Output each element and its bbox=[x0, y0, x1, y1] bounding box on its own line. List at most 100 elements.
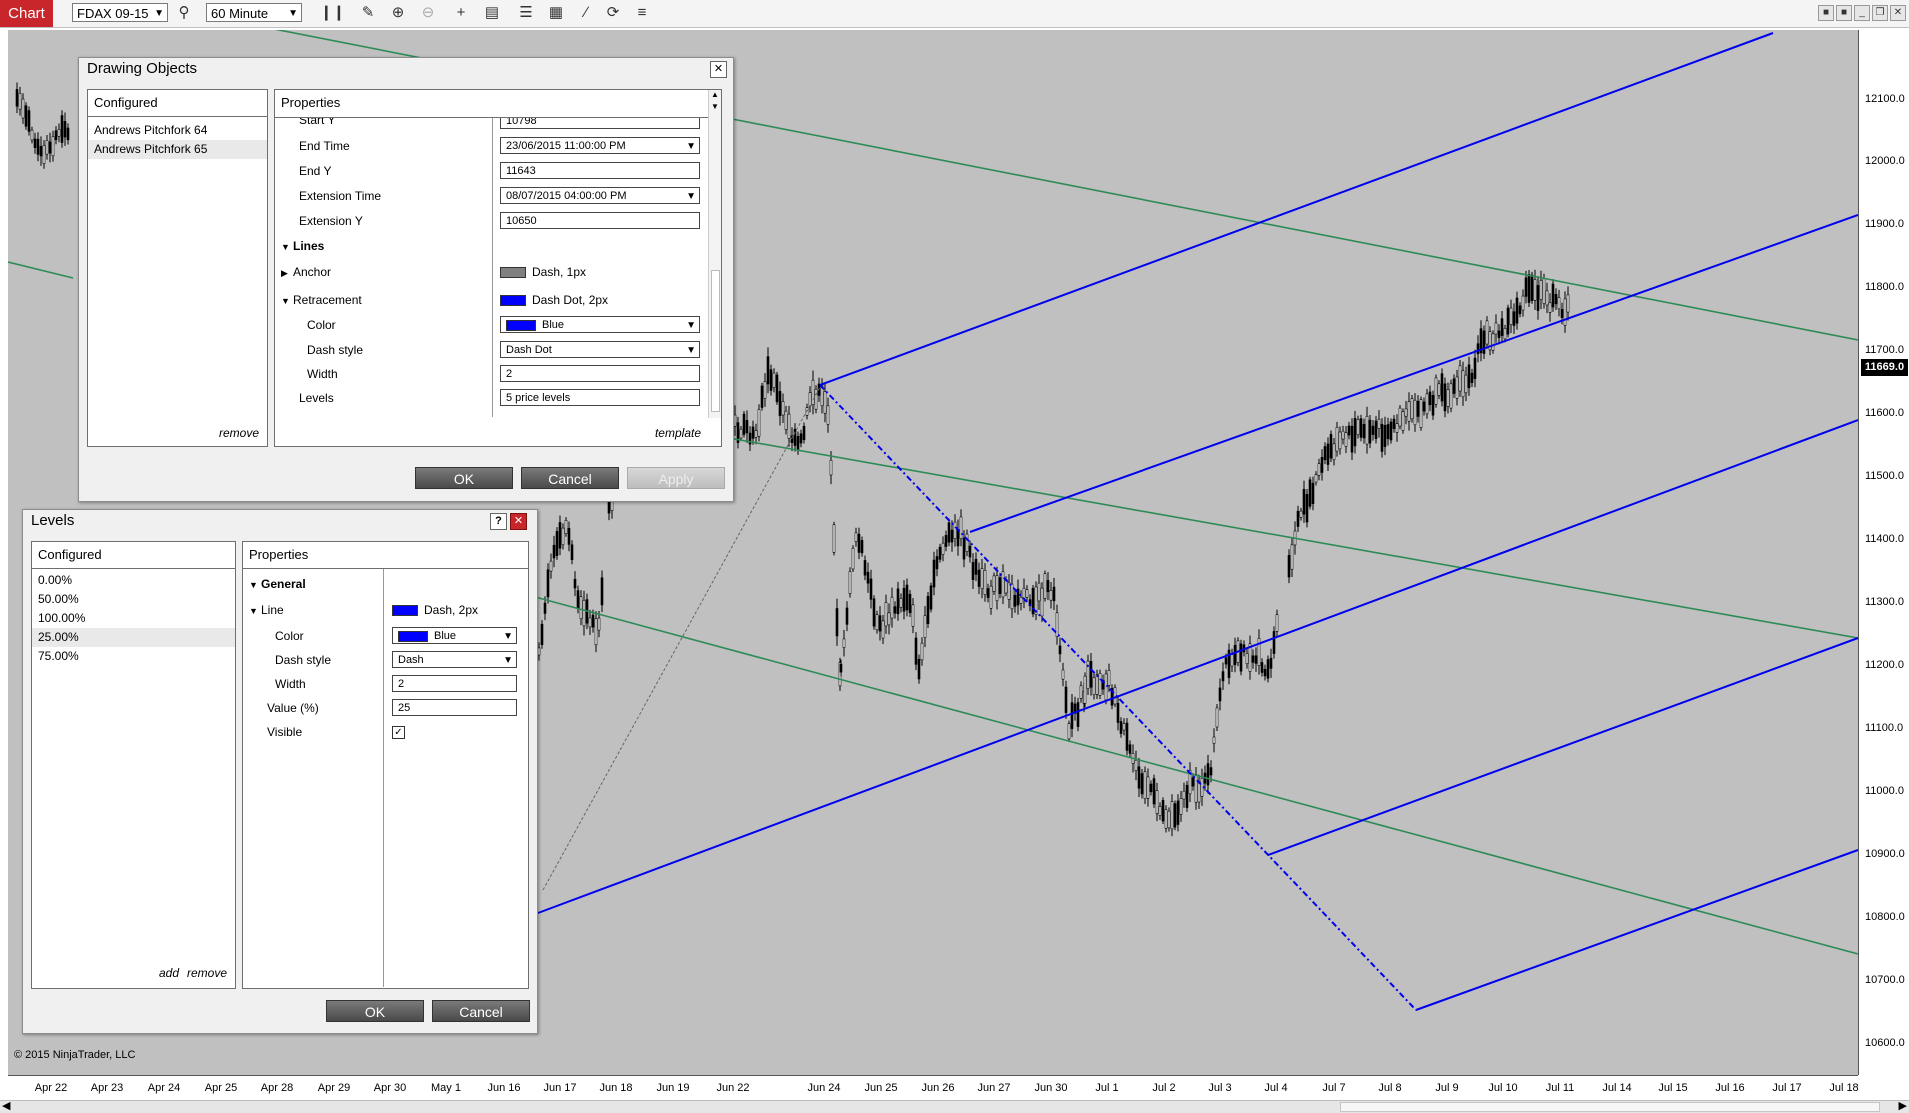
list-item[interactable]: 25.00% bbox=[32, 628, 235, 647]
time-axis[interactable]: Apr 22 Apr 23 Apr 24 Apr 25 Apr 28 Apr 2… bbox=[8, 1075, 1859, 1101]
list-item[interactable]: 50.00% bbox=[32, 590, 235, 609]
end-time-select[interactable]: 23/06/2015 11:00:00 PM ▼ bbox=[500, 137, 700, 154]
help-icon[interactable]: ? bbox=[490, 513, 507, 530]
cancel-button[interactable]: Cancel bbox=[432, 1000, 530, 1022]
candle-body bbox=[917, 658, 921, 680]
list-item[interactable]: 0.00% bbox=[32, 571, 235, 590]
remove-link[interactable]: remove bbox=[187, 966, 227, 980]
scroll-down-icon[interactable]: ▼ bbox=[709, 102, 721, 111]
scroll-thumb[interactable] bbox=[711, 270, 720, 412]
width-field[interactable]: 2 bbox=[500, 365, 700, 382]
price-axis[interactable]: 12100.0 12000.0 11900.0 11800.0 11700.0 … bbox=[1858, 30, 1909, 1075]
value-percent-field[interactable]: 25 bbox=[392, 699, 517, 716]
candle-body bbox=[926, 595, 930, 625]
chevron-down-icon: ▼ bbox=[686, 345, 696, 356]
zoom-out-icon[interactable]: ⊖ bbox=[418, 3, 438, 23]
candle-body bbox=[793, 428, 797, 446]
ok-button[interactable]: OK bbox=[326, 1000, 424, 1022]
list-item[interactable]: Andrews Pitchfork 64 bbox=[88, 121, 267, 140]
strategy-icon[interactable]: ☰ bbox=[516, 3, 536, 23]
candle-body bbox=[890, 596, 894, 619]
bar-type-icon[interactable]: ❙❙ bbox=[320, 3, 345, 23]
prop-label-text: Line bbox=[261, 603, 284, 617]
indicator-icon[interactable]: ▦ bbox=[546, 3, 566, 23]
apply-button[interactable]: Apply bbox=[627, 467, 725, 489]
candle-body bbox=[1215, 707, 1219, 728]
chart-scrollbar[interactable]: ◀ ▶ bbox=[0, 1100, 1909, 1113]
properties-header-text: Properties bbox=[281, 95, 341, 110]
minimize-icon[interactable]: _ bbox=[1854, 5, 1870, 21]
chart-tab[interactable]: Chart bbox=[0, 0, 53, 27]
interval-select[interactable]: 60 Minute ▼ bbox=[206, 3, 302, 22]
scroll-thumb[interactable] bbox=[1340, 1102, 1880, 1112]
price-label: 10600.0 bbox=[1865, 1037, 1905, 1049]
cancel-button[interactable]: Cancel bbox=[521, 467, 619, 489]
candle-body bbox=[1377, 418, 1381, 429]
close-icon[interactable]: ✕ bbox=[1890, 5, 1906, 21]
restore-icon[interactable]: ❐ bbox=[1872, 5, 1888, 21]
price-label: 10800.0 bbox=[1865, 911, 1905, 923]
candle-body bbox=[1287, 555, 1291, 578]
prop-line[interactable]: ▼ Line Dash, 2px bbox=[243, 599, 528, 621]
candle-body bbox=[1566, 294, 1570, 313]
add-link[interactable]: add bbox=[159, 966, 179, 980]
prop-retracement[interactable]: ▼ Retracement Dash Dot, 2px bbox=[275, 289, 721, 311]
dash-style-select[interactable]: Dash ▼ bbox=[392, 651, 517, 668]
time-label: Jul 7 bbox=[1322, 1082, 1346, 1094]
magnifier-icon[interactable]: ⚲ bbox=[174, 3, 194, 23]
prop-general-group[interactable]: ▼ General bbox=[243, 573, 528, 595]
candle-body bbox=[1350, 425, 1354, 453]
time-label: Jul 18 bbox=[1829, 1082, 1859, 1094]
drawing-tools-icon[interactable]: ∕ bbox=[576, 3, 596, 23]
cascade-icon[interactable]: ■ bbox=[1836, 5, 1852, 21]
scroll-left-icon[interactable]: ◀ bbox=[2, 1099, 10, 1112]
levels-field[interactable]: 5 price levels bbox=[500, 389, 700, 406]
prop-value: Value (%) 25 bbox=[243, 697, 528, 719]
color-select[interactable]: Blue ▼ bbox=[392, 627, 517, 644]
remove-link[interactable]: remove bbox=[219, 426, 259, 440]
candle-body bbox=[851, 547, 855, 570]
pencil-icon[interactable]: ✎ bbox=[358, 3, 378, 23]
candle-body bbox=[938, 546, 942, 560]
tile-icon[interactable]: ■ bbox=[1818, 5, 1834, 21]
candle-body bbox=[968, 545, 972, 558]
refresh-icon[interactable]: ⟳ bbox=[603, 3, 623, 23]
template-link[interactable]: template bbox=[655, 426, 701, 440]
list-item[interactable]: Andrews Pitchfork 65 bbox=[88, 140, 267, 159]
candle-body bbox=[543, 602, 547, 614]
candle-body bbox=[941, 542, 945, 555]
scroll-up-icon[interactable]: ▲ bbox=[709, 90, 721, 99]
candle-body bbox=[1392, 418, 1396, 429]
list-item[interactable]: 100.00% bbox=[32, 609, 235, 628]
crosshair-icon[interactable]: + bbox=[451, 3, 471, 23]
candle-body bbox=[863, 560, 867, 576]
candle-body bbox=[1170, 801, 1174, 830]
ok-button[interactable]: OK bbox=[415, 467, 513, 489]
close-icon[interactable]: ✕ bbox=[710, 61, 727, 78]
candle-body bbox=[1533, 279, 1537, 301]
properties-icon[interactable]: ≡ bbox=[632, 3, 652, 23]
candle-body bbox=[739, 428, 743, 439]
prop-extension-time: Extension Time 08/07/2015 04:00:00 PM ▼ bbox=[275, 185, 721, 207]
list-item[interactable]: 75.00% bbox=[32, 647, 235, 666]
color-select[interactable]: Blue ▼ bbox=[500, 316, 700, 333]
candle-body bbox=[845, 607, 849, 625]
prop-lines-group[interactable]: ▼ Lines bbox=[275, 235, 721, 257]
candle-body bbox=[1218, 687, 1222, 702]
dash-style-select[interactable]: Dash Dot ▼ bbox=[500, 341, 700, 358]
visible-checkbox[interactable]: ✓ bbox=[392, 726, 405, 739]
prop-anchor[interactable]: ▶ Anchor Dash, 1px bbox=[275, 261, 721, 283]
candle-body bbox=[1503, 328, 1507, 340]
scroll-right-icon[interactable]: ▶ bbox=[1899, 1099, 1907, 1112]
instrument-select[interactable]: FDAX 09-15 ▼ bbox=[72, 3, 168, 22]
close-icon[interactable]: ✕ bbox=[510, 513, 527, 530]
extension-y-field[interactable]: 10650 bbox=[500, 212, 700, 229]
properties-scrollbar[interactable]: ▲ ▼ bbox=[708, 90, 721, 418]
width-field[interactable]: 2 bbox=[392, 675, 517, 692]
end-y-field[interactable]: 11643 bbox=[500, 162, 700, 179]
group-label: General bbox=[261, 577, 306, 591]
candle-body bbox=[1001, 571, 1005, 598]
zoom-in-icon[interactable]: ⊕ bbox=[388, 3, 408, 23]
data-box-icon[interactable]: ▤ bbox=[482, 3, 502, 23]
extension-time-select[interactable]: 08/07/2015 04:00:00 PM ▼ bbox=[500, 187, 700, 204]
